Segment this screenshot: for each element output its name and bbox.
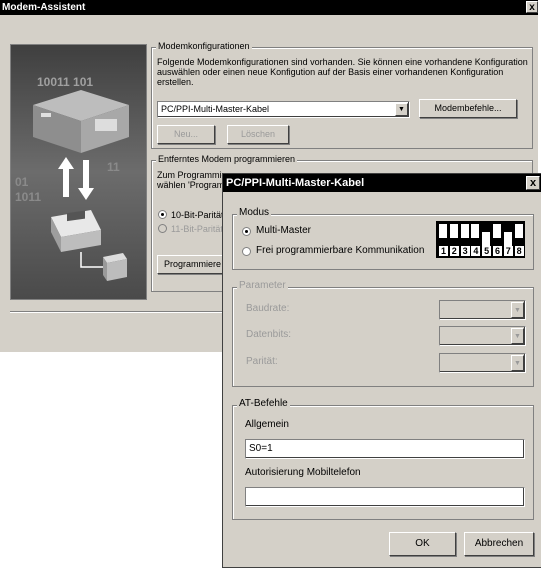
- chevron-down-icon[interactable]: ▼: [395, 103, 408, 116]
- at-commands-group: AT-Befehle Allgemein S0=1 Autorisierung …: [232, 398, 534, 520]
- parity-10bit-label: 10-Bit-Parität: [171, 210, 224, 220]
- dip-switch-knob: [493, 224, 501, 238]
- baudrate-label: Baudrate:: [246, 303, 290, 314]
- close-button[interactable]: x: [526, 1, 538, 13]
- databits-label: Datenbits:: [246, 329, 292, 340]
- art-bits-row3: 01: [15, 175, 29, 189]
- art-bits-row2: 11: [107, 160, 120, 174]
- dip-switch-5: [482, 224, 491, 246]
- modem-config-description-line2: auswählen oder einen neue Konfigution au…: [157, 67, 504, 77]
- dip-switch-knob: [471, 224, 480, 238]
- dip-switch-2: [449, 224, 458, 246]
- databits-select[interactable]: ▼: [439, 326, 526, 346]
- dip-switch-6: [493, 224, 501, 246]
- dip-switch-number: 3: [460, 246, 470, 256]
- dialog-title-bar[interactable]: PC/PPI-Multi-Master-Kabel x: [223, 174, 541, 192]
- dip-switch-number: 2: [449, 246, 459, 256]
- parameter-group: Parameter Baudrate: ▼ Datenbits: ▼ Parit…: [232, 280, 534, 387]
- general-label: Allgemein: [245, 419, 289, 430]
- dip-switch-knob: [482, 232, 491, 246]
- dip-switch-number: 8: [514, 246, 524, 256]
- parity-11bit-label: 11-Bit-Parität: [171, 224, 223, 234]
- ok-button[interactable]: OK: [389, 532, 456, 556]
- modem-config-description-line1: Folgende Modemkonfigurationen sind vorha…: [157, 57, 528, 67]
- dip-switch-number: 6: [493, 246, 502, 256]
- modus-group: Modus Multi-Master Frei programmierbare …: [232, 207, 534, 270]
- modem-config-select[interactable]: PC/PPI-Multi-Master-Kabel ▼: [157, 101, 410, 118]
- title-bar[interactable]: Modem-Assistent x: [0, 0, 538, 15]
- dip-switch-7: [503, 224, 512, 246]
- wizard-illustration: 10011 101 11 01 1011: [10, 44, 147, 300]
- dialog-close-button[interactable]: x: [526, 176, 540, 190]
- modem-config-select-value: PC/PPI-Multi-Master-Kabel: [161, 104, 270, 114]
- parity-label: Parität:: [246, 356, 278, 367]
- modem-config-description-line3: erstellen.: [157, 77, 194, 87]
- new-button[interactable]: Neu...: [157, 125, 215, 144]
- dip-switch-number: 4: [471, 246, 481, 256]
- parity-11bit-radio[interactable]: [158, 224, 167, 233]
- cancel-button[interactable]: Abbrechen: [464, 532, 534, 556]
- dip-switch-knob: [460, 224, 469, 238]
- modem-config-group: Modemkonfigurationen Folgende Modemkonfi…: [151, 41, 533, 149]
- dip-switch: 12345678: [436, 221, 525, 258]
- dip-switch-1: [439, 224, 447, 246]
- remote-modem-text-line1: Zum Programmie: [157, 170, 227, 180]
- dip-switch-3: [460, 224, 469, 246]
- delete-button[interactable]: Löschen: [227, 125, 289, 144]
- ppi-cable-dialog: PC/PPI-Multi-Master-Kabel x Modus Multi-…: [222, 173, 541, 568]
- art-bits-row1: 10011 101: [37, 75, 94, 89]
- baudrate-select[interactable]: ▼: [439, 300, 526, 320]
- modem-box-icon: [103, 253, 127, 281]
- auth-label: Autorisierung Mobiltelefon: [245, 467, 361, 478]
- chevron-down-icon[interactable]: ▼: [511, 302, 524, 318]
- modus-group-label: Modus: [237, 207, 272, 218]
- parameter-group-label: Parameter: [237, 280, 288, 291]
- modem-config-group-label: Modemkonfigurationen: [156, 41, 252, 51]
- window-title: Modem-Assistent: [2, 2, 86, 13]
- auth-input[interactable]: [245, 487, 525, 507]
- parity-select[interactable]: ▼: [439, 353, 526, 373]
- dip-switch-number: 5: [482, 246, 492, 256]
- modem-commands-button[interactable]: Modembefehle...: [419, 99, 517, 118]
- general-input[interactable]: S0=1: [245, 439, 525, 459]
- dip-switch-number: 7: [503, 246, 513, 256]
- parity-10bit-radio[interactable]: [158, 210, 167, 219]
- multi-master-label: Multi-Master: [256, 225, 312, 236]
- free-comm-label: Frei programmierbare Kommunikation: [256, 245, 425, 256]
- dip-switch-knob: [439, 224, 447, 238]
- at-commands-group-label: AT-Befehle: [237, 398, 290, 409]
- dip-switch-number: 1: [439, 246, 448, 256]
- dialog-title: PC/PPI-Multi-Master-Kabel: [226, 177, 365, 189]
- telephone-icon: [51, 210, 101, 252]
- dip-switch-8: [514, 224, 523, 246]
- remote-modem-text-line2: wählen 'Program: [157, 180, 225, 190]
- free-comm-radio[interactable]: [242, 247, 251, 256]
- remote-modem-group-label: Entferntes Modem programmieren: [156, 154, 298, 164]
- dip-switch-knob: [449, 224, 458, 238]
- art-bits-row4: 1011: [15, 190, 42, 204]
- chevron-down-icon[interactable]: ▼: [511, 355, 524, 371]
- dip-switch-4: [471, 224, 480, 246]
- dip-switch-knob: [503, 232, 512, 246]
- program-button[interactable]: Programmiere: [157, 255, 227, 274]
- dip-switch-knob: [514, 224, 523, 238]
- chevron-down-icon[interactable]: ▼: [511, 328, 524, 344]
- multi-master-radio[interactable]: [242, 227, 251, 236]
